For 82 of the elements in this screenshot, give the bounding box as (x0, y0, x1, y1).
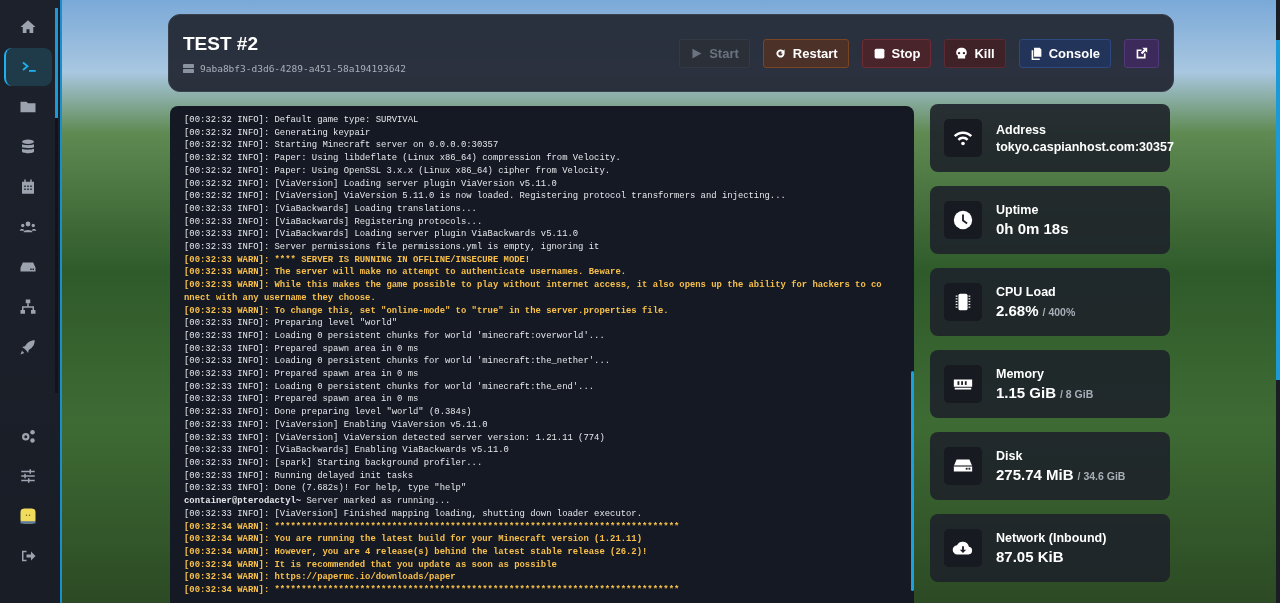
console-line: [00:32:34 WARN]: **************************************************************************** (184, 520, 681, 534)
server-uuid: 9aba8bf3-d3d6-4289-a451-58a194193642 (200, 62, 406, 74)
console-line: [00:32:33 INFO]: [ViaBackwards] Loading server plugin ViaBackwards v5.11.0 (184, 228, 580, 242)
console-line: [00:32:33 INFO]: [ViaBackwards] Enabling ViaBackwards v5.11.0 (184, 444, 510, 457)
stat-value: 2.68% (996, 302, 1039, 319)
cpu-icon (944, 283, 982, 321)
console-line: [00:32:34 WARN]: You are running the latest build for your Minecraft version (1.21.11) (184, 533, 644, 546)
rocket-icon (19, 338, 37, 356)
stat-value: tokyo.caspianhost.com:30357 (996, 139, 1174, 154)
home-icon (19, 18, 37, 36)
console-button[interactable]: Console (1018, 38, 1111, 68)
stat-value: 1.15 GiB (996, 384, 1057, 401)
stop-button[interactable]: Stop (861, 38, 932, 68)
sliders-icon (19, 467, 37, 485)
external-link-icon (1135, 46, 1148, 60)
console-line: [00:32:33 INFO]: Done preparing level "world" (0.384s) (184, 406, 473, 419)
console-line: [00:32:33 INFO]: Server permissions file permissions.yml is empty, ignoring it (184, 241, 601, 254)
external-button[interactable] (1124, 38, 1159, 68)
stat-limit: / 34.6 GiB (1077, 470, 1126, 482)
copy-icon (1029, 46, 1043, 60)
console-line: [00:32:32 INFO]: [ViaVersion] ViaVersion 5.11.0 is now loaded. Registering protocol transformers and injecting... (184, 190, 787, 203)
stat-label: Memory (996, 367, 1045, 381)
console-line: [00:32:33 INFO]: Preparing level "world" (184, 317, 399, 330)
console-line: [00:32:33 INFO]: Prepared spawn area in 0 ms (184, 368, 420, 381)
stat-value: 87.05 KiB (996, 548, 1064, 565)
stat-limit: / 8 GiB (1060, 388, 1094, 400)
stat-label: Uptime (996, 203, 1040, 217)
restart-icon (773, 46, 787, 60)
console-line: [00:32:33 INFO]: Running delayed init tasks (184, 469, 414, 483)
console-line: [00:32:33 WARN]: While this makes the game possible to play without internet access, it also opens up the ability for hackers to connect with any username they choose. (184, 279, 882, 305)
console-line: [00:32:33 INFO]: Prepared spawn area in 0 ms (184, 393, 420, 407)
console-line: [00:32:32 INFO]: Generating keypair (184, 126, 372, 140)
stat-label: Disk (996, 449, 1024, 463)
stop-icon (872, 46, 886, 60)
console-line: [00:32:33 INFO]: [ViaVersion] ViaVersion detected server version: 1.21.11 (774) (184, 431, 606, 445)
uptime-icon (944, 201, 982, 239)
kill-button[interactable]: Kill (944, 38, 1006, 68)
network-icon (19, 298, 37, 316)
network-icon (944, 529, 982, 567)
console-line: [00:32:33 INFO]: Prepared spawn area in 0 ms (184, 342, 420, 356)
stat-value: 0h 0m 18s (996, 220, 1069, 237)
play-icon (690, 46, 704, 60)
memory-icon (944, 365, 982, 403)
console-line: [00:32:33 INFO]: [ViaVersion] Finished mapping loading, shutting down loader executor. (184, 507, 644, 521)
console-line: [00:32:34 WARN]: However, you are 4 release(s) behind the latest stable release (26.2)! (184, 545, 649, 559)
console-line: [00:32:34 WARN]: It is recommended that you update as soon as possible (184, 558, 558, 572)
avatar-icon (19, 507, 37, 525)
console-line: [00:32:33 INFO]: [ViaBackwards] Loading translations... (184, 202, 478, 216)
server-icon (183, 62, 194, 74)
console-line: [00:32:33 WARN]: **** SERVER IS RUNNING IN OFFLINE/INSECURE MODE! (184, 253, 532, 267)
database-icon (19, 138, 37, 156)
stat-value: 275.74 MiB (996, 466, 1074, 483)
skull-icon (955, 46, 969, 60)
console-line: [00:32:33 WARN]: The server will make no attempt to authenticate usernames. Beware. (184, 266, 628, 280)
console-line: [00:32:32 INFO]: Paper: Using OpenSSL 3.x.x (Linux x86_64) cipher from Velocity. (184, 164, 612, 178)
console-line: [00:32:32 INFO]: Starting Minecraft server on 0.0.0.0:30357 (184, 139, 500, 153)
console-line: [00:32:32 INFO]: [ViaVersion] Loading server plugin ViaVersion v5.11.0 (184, 177, 558, 191)
console-line: [00:32:33 INFO]: Loading 0 persistent chunks for world 'minecraft:overworld'... (184, 329, 606, 343)
address-icon (944, 119, 982, 157)
console-line: [00:32:32 INFO]: Default game type: SURVIVAL (184, 114, 420, 127)
terminal-nav-item[interactable] (4, 48, 52, 86)
console-line: [00:32:34 WARN]: **************************************************************************** (184, 584, 681, 597)
console-line: [00:32:33 INFO]: [spark] Starting background profiler... (184, 457, 484, 470)
console-line: [00:32:33 INFO]: Done (7.682s)! For help, type "help" (184, 482, 468, 496)
stat-label: CPU Load (996, 285, 1057, 299)
console-line: [00:32:33 WARN]: To change this, set "online-mode" to "true" in the server.properties file. (184, 304, 670, 318)
stat-limit: / 400% (1042, 306, 1076, 318)
console-line: [00:32:33 INFO]: [ViaVersion] Enabling ViaVersion v5.11.0 (184, 418, 489, 432)
calendar-icon (19, 178, 37, 196)
console-line: [00:32:33 INFO]: [ViaBackwards] Registering protocols... (184, 215, 484, 229)
console-line: [00:32:33 INFO]: Loading 0 persistent chunks for world 'minecraft:the_nether'... (184, 355, 612, 369)
gears-icon (19, 427, 37, 445)
console-line: container@pterodactyl~ Server marked as running... (184, 495, 452, 508)
restart-button[interactable]: Restart (762, 38, 849, 68)
scrollbar[interactable] (1276, 0, 1280, 603)
console-line: [00:32:33 INFO]: Loading 0 persistent chunks for world 'minecraft:the_end'... (184, 380, 596, 394)
server-name: TEST #2 (183, 32, 259, 55)
console-line: [00:32:34 WARN]: https://papermc.io/downloads/paper (184, 571, 457, 584)
stat-label: Network (Inbound) (996, 531, 1107, 545)
console-line: [00:32:32 INFO]: Paper: Using libdeflate (Linux x86_64) compression from Velocity. (184, 152, 622, 165)
stat-label: Address (996, 122, 1048, 137)
scrollbar[interactable] (55, 8, 58, 393)
